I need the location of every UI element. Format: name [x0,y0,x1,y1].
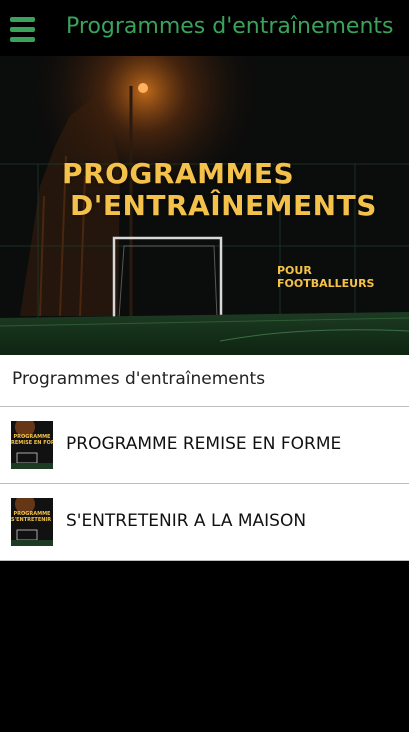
list-header: Programmes d'entraînements [0,355,409,407]
hero-title-line2: D'ENTRAÎNEMENTS [70,189,377,222]
hamburger-icon[interactable] [10,17,36,43]
app-bar: Programmes d'entraînements [0,0,409,56]
list-item-label: S'ENTRETENIR A LA MAISON [66,511,307,531]
programme-thumbnail: PROGRAMME REMISE EN FORME [11,421,53,469]
programme-thumbnail: PROGRAMME S'ENTRETENIR A LA MAISON [11,498,53,546]
list-item-entretenir-maison[interactable]: PROGRAMME S'ENTRETENIR A LA MAISON S'ENT… [0,484,409,561]
hero-subtitle-line2: FOOTBALLEURS [277,277,375,290]
list-header-label: Programmes d'entraînements [12,369,266,389]
thumbnail-caption: PROGRAMME REMISE EN FORME [11,434,53,446]
programme-list: Programmes d'entraînements PROGRAMME REM… [0,355,409,561]
list-item-label: PROGRAMME REMISE EN FORME [66,434,342,454]
thumbnail-caption: PROGRAMME S'ENTRETENIR A LA MAISON [11,511,53,523]
hero-title-line1: PROGRAMMES [62,157,295,190]
hero-title: PROGRAMMES D'ENTRAÎNEMENTS [62,158,377,222]
list-item-remise-en-forme[interactable]: PROGRAMME REMISE EN FORME PROGRAMME REMI… [0,407,409,484]
hero-banner: PROGRAMMES D'ENTRAÎNEMENTS POUR FOOTBALL… [0,56,409,355]
page-title: Programmes d'entraînements [66,14,394,39]
hero-subtitle: POUR FOOTBALLEURS [277,264,374,290]
hero-subtitle-line1: POUR [277,264,312,277]
